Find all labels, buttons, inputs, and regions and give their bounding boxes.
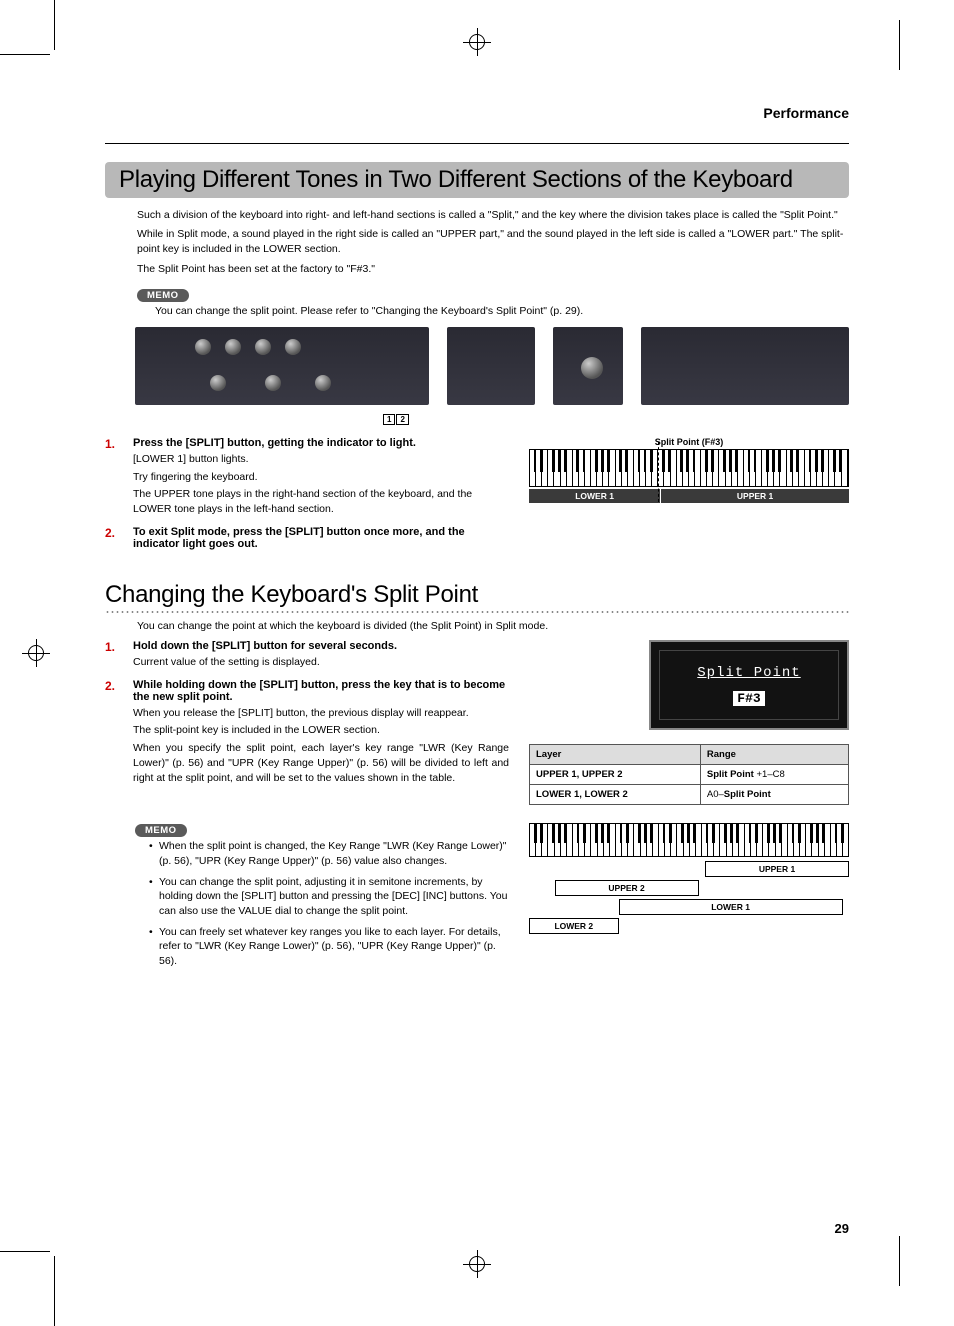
memo-badge: MEMO [137, 289, 189, 302]
layer-bar-lower1: LOWER 1 [619, 899, 843, 915]
step-title: Hold down the [SPLIT] button for several… [133, 640, 509, 652]
lcd-line2: F#3 [733, 691, 764, 706]
callout-markers: 12 [383, 409, 849, 427]
body-text: While in Split mode, a sound played in t… [137, 227, 849, 257]
step-title: To exit Split mode, press the [SPLIT] bu… [133, 526, 509, 550]
memo-item: You can freely set whatever key ranges y… [149, 925, 509, 969]
step-text: Try fingering the keyboard. [133, 470, 509, 485]
step-text: When you specify the split point, each l… [133, 741, 509, 785]
table-cell: LOWER 1, LOWER 2 [530, 785, 701, 805]
section-title: Playing Different Tones in Two Different… [119, 166, 835, 194]
lcd-display: Split Point F#3 [649, 640, 849, 730]
lcd-line1: Split Point [697, 665, 800, 681]
panel-illustration [135, 327, 849, 405]
memo-text: You can change the split point. Please r… [155, 304, 849, 319]
step-number: 2. [105, 679, 133, 788]
memo-item: When the split point is changed, the Key… [149, 839, 509, 868]
crop-mark [899, 20, 900, 70]
table-header: Layer [530, 745, 701, 765]
dotted-rule [105, 611, 849, 613]
step-text: [LOWER 1] button lights. [133, 452, 509, 467]
registration-mark [463, 1250, 491, 1278]
layer-range-figure: UPPER 1 UPPER 2 LOWER 1 LOWER 2 [529, 823, 849, 934]
section-header: Performance [105, 105, 849, 121]
body-text: You can change the point at which the ke… [137, 619, 849, 634]
crop-mark [54, 1256, 55, 1326]
split-point-label: Split Point (F#3) [529, 437, 849, 447]
crop-mark [0, 1251, 50, 1252]
step-text: When you release the [SPLIT] button, the… [133, 706, 509, 721]
step-title: Press the [SPLIT] button, getting the in… [133, 437, 509, 449]
keyboard-split-figure: Split Point (F#3) LOWER 1 UPPER 1 [529, 437, 849, 503]
crop-mark [899, 1236, 900, 1286]
table-cell: Split Point +1–C8 [700, 765, 848, 785]
kbd-upper-label: UPPER 1 [661, 489, 849, 503]
table-cell: A0–Split Point [700, 785, 848, 805]
layer-bar-upper2: UPPER 2 [555, 880, 699, 896]
table-header: Range [700, 745, 848, 765]
layer-bar-lower2: LOWER 2 [529, 918, 619, 934]
page-number: 29 [835, 1221, 849, 1236]
table-cell: UPPER 1, UPPER 2 [530, 765, 701, 785]
callout-2: 2 [396, 414, 408, 425]
crop-mark [0, 54, 50, 55]
header-rule [105, 143, 849, 144]
body-text: Such a division of the keyboard into rig… [137, 208, 849, 223]
step-text: Current value of the setting is displaye… [133, 655, 509, 670]
crop-mark [54, 0, 55, 50]
kbd-lower-label: LOWER 1 [529, 489, 660, 503]
subsection-title: Changing the Keyboard's Split Point [105, 581, 849, 609]
registration-mark [463, 28, 491, 56]
body-text: The Split Point has been set at the fact… [137, 262, 849, 277]
step-number: 2. [105, 526, 133, 553]
heading-bar: Playing Different Tones in Two Different… [105, 162, 849, 198]
step-text: The UPPER tone plays in the right-hand s… [133, 487, 509, 516]
range-table: Layer Range UPPER 1, UPPER 2 Split Point… [529, 744, 849, 805]
step-text: The split-point key is included in the L… [133, 723, 509, 738]
callout-1: 1 [383, 414, 395, 425]
memo-badge: MEMO [135, 824, 187, 837]
step-number: 1. [105, 640, 133, 673]
registration-mark [22, 639, 50, 667]
step-title: While holding down the [SPLIT] button, p… [133, 679, 509, 703]
layer-bar-upper1: UPPER 1 [705, 861, 849, 877]
memo-item: You can change the split point, adjustin… [149, 875, 509, 919]
step-number: 1. [105, 437, 133, 520]
